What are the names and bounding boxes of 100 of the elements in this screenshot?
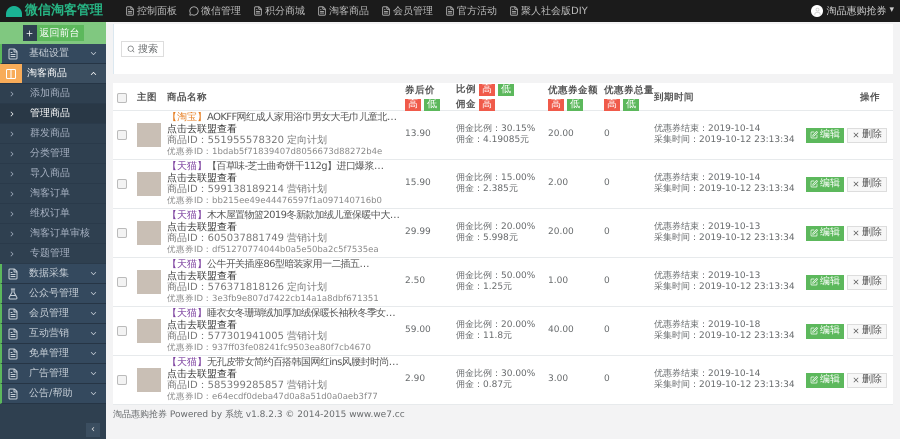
column-header: 到期时间: [654, 90, 694, 105]
menu-item[interactable]: 广告管理: [0, 364, 106, 384]
sort-badge[interactable]: 高: [479, 99, 495, 112]
collapse-button[interactable]: ‹: [86, 423, 100, 437]
commission: 佣金：5.998元: [456, 233, 519, 244]
alliance-link[interactable]: 点击去联盟查看: [167, 270, 405, 282]
coupon-total: 0: [604, 129, 611, 141]
nav-link[interactable]: 会员管理: [381, 4, 433, 18]
price: 2.50: [405, 276, 426, 288]
coupon-id: 优惠券ID：df51270774044b0a5e50ba2c5f7535ea: [167, 244, 380, 256]
coupon-id: 优惠券ID：937ff03fe08241fc9503ea80f7cb4670: [167, 342, 372, 354]
column-header: 优惠券金额: [548, 84, 598, 98]
coupon-amount: 3.00: [548, 374, 570, 386]
column-header: 佣金: [456, 98, 476, 112]
menu-item[interactable]: 会员管理: [0, 304, 106, 324]
column-header: 商品名称: [167, 90, 207, 105]
menu-item[interactable]: 数据采集: [0, 264, 106, 284]
platform-tag: 【天猫】: [167, 210, 207, 222]
commission: 佣金：2.385元: [456, 184, 519, 196]
app-logo: 微信淘客管理: [25, 2, 103, 20]
platform-tag: 【天猫】: [167, 259, 207, 270]
menu-item[interactable]: 淘客商品: [0, 64, 106, 84]
coupon-end-date: 优惠券结束：2019-10-18: [654, 320, 762, 330]
product-id: 商品ID：605037881749 营销计划: [167, 233, 328, 244]
nav-link[interactable]: 淘客商品: [317, 4, 369, 18]
menu-item[interactable]: 互动营销: [0, 324, 106, 344]
alliance-link[interactable]: 点击去联盟查看: [167, 222, 405, 233]
commission-ratio: 佣金比例：20.00%: [456, 320, 536, 330]
coupon-id: 优惠券ID：e64ecdf0deba47d0a8a51d0a0aeb3f77: [167, 392, 379, 403]
delete-button[interactable]: 删除: [847, 324, 887, 338]
delete-button[interactable]: 删除: [847, 128, 887, 142]
collected-time: 采集时间：2019-10-12 23:13:34: [654, 282, 796, 294]
coupon-id: 优惠券ID：3e3fb9e807d7422cb14a1a8dbf671351: [167, 294, 380, 305]
coupon-end-date: 优惠券结束：2019-10-13: [654, 270, 762, 282]
product-title[interactable]: 【百草味-芝士曲奇饼干112g】进口爆浆…: [207, 161, 384, 172]
user-menu[interactable]: 淘品惠购抢券: [826, 4, 886, 18]
column-header: 优惠券总量: [604, 84, 654, 96]
alliance-link[interactable]: 点击去联盟查看: [167, 124, 405, 135]
commission: 佣金：4.19085元: [456, 135, 530, 146]
delete-button[interactable]: 删除: [847, 372, 887, 388]
submenu-item[interactable]: 管理商品: [0, 104, 106, 124]
column-header: 操作: [860, 90, 880, 105]
product-id: 商品ID：585399285857 营销计划: [167, 380, 328, 392]
alliance-link[interactable]: 点击去联盟查看: [167, 320, 405, 331]
menu-item[interactable]: 公告/帮助: [0, 384, 106, 404]
collected-time: 采集时间：2019-10-12 23:13:34: [654, 233, 796, 244]
commission-ratio: 佣金比例：30.15%: [456, 124, 536, 134]
price: 29.99: [405, 227, 432, 239]
coupon-id: 优惠券ID：1bdab5f71839407d8056673d88272b4e: [167, 146, 384, 158]
coupon-amount: 2.00: [548, 178, 570, 190]
product-id: 商品ID：577301941005 营销计划: [167, 331, 328, 342]
platform-tag: 【天猫】: [167, 308, 207, 320]
commission: 佣金：1.25元: [456, 282, 514, 294]
commission: 佣金：11.8元: [456, 331, 514, 342]
menu-item[interactable]: 公众号管理: [0, 284, 106, 304]
coupon-total: 0: [604, 374, 611, 386]
commission-ratio: 佣金比例：50.00%: [456, 270, 536, 282]
nav-link[interactable]: 控制面板: [125, 4, 177, 18]
coupon-amount: 1.00: [548, 276, 570, 288]
sort-badge[interactable]: 高: [604, 99, 620, 112]
sort-badge[interactable]: 高: [405, 99, 421, 112]
nav-link[interactable]: 微信管理: [189, 4, 241, 18]
coupon-end-date: 优惠券结束：2019-10-13: [654, 222, 762, 232]
column-header: 券后价: [405, 84, 435, 98]
price: 2.90: [405, 374, 426, 386]
delete-button[interactable]: 删除: [847, 274, 887, 290]
commission-ratio: 佣金比例：30.00%: [456, 368, 536, 380]
coupon-total: 0: [604, 276, 611, 288]
price: 15.90: [405, 178, 432, 190]
menu-item[interactable]: 基础设置: [0, 44, 106, 64]
alliance-link[interactable]: 点击去联盟查看: [167, 368, 405, 380]
coupon-amount: 20.00: [548, 129, 575, 141]
collected-time: 采集时间：2019-10-12 23:13:34: [654, 135, 796, 146]
caret-icon[interactable]: ▾: [889, 4, 894, 18]
coupon-total: 0: [604, 178, 611, 190]
alliance-link[interactable]: 点击去联盟查看: [167, 172, 405, 184]
coupon-end-date: 优惠券结束：2019-10-14: [654, 368, 762, 380]
coupon-id: 优惠券ID：bb215ee49e44476597f1a097140716b0: [167, 196, 383, 207]
price: 13.90: [405, 129, 432, 141]
commission: 佣金：0.87元: [456, 380, 514, 392]
delete-button[interactable]: 删除: [847, 176, 887, 192]
commission-ratio: 佣金比例：20.00%: [456, 222, 536, 232]
delete-button[interactable]: 删除: [847, 226, 887, 240]
nav-link[interactable]: 积分商城: [253, 4, 305, 18]
collected-time: 采集时间：2019-10-12 23:13:34: [654, 184, 796, 196]
coupon-end-date: 优惠券结束：2019-10-14: [654, 172, 762, 184]
menu-item[interactable]: 免单管理: [0, 344, 106, 364]
search-button[interactable]: 搜索: [121, 41, 164, 57]
product-title[interactable]: 无孔皮带女简约百搭韩国网红ins风腰封时尚…: [207, 357, 398, 368]
platform-tag: 【天猫】: [167, 357, 207, 368]
price: 59.00: [405, 325, 432, 337]
product-id: 商品ID：599138189214 营销计划: [167, 184, 328, 196]
column-header: 比例: [456, 83, 476, 97]
sort-badge[interactable]: 高: [548, 99, 564, 112]
sort-badge[interactable]: 高: [479, 84, 495, 96]
nav-link[interactable]: 聚人社会版DIY: [509, 4, 588, 18]
nav-link[interactable]: 官方活动: [445, 4, 497, 18]
column-header: 主图: [137, 90, 157, 105]
commission-ratio: 佣金比例：15.00%: [456, 172, 536, 184]
coupon-end-date: 优惠券结束：2019-10-14: [654, 124, 762, 134]
